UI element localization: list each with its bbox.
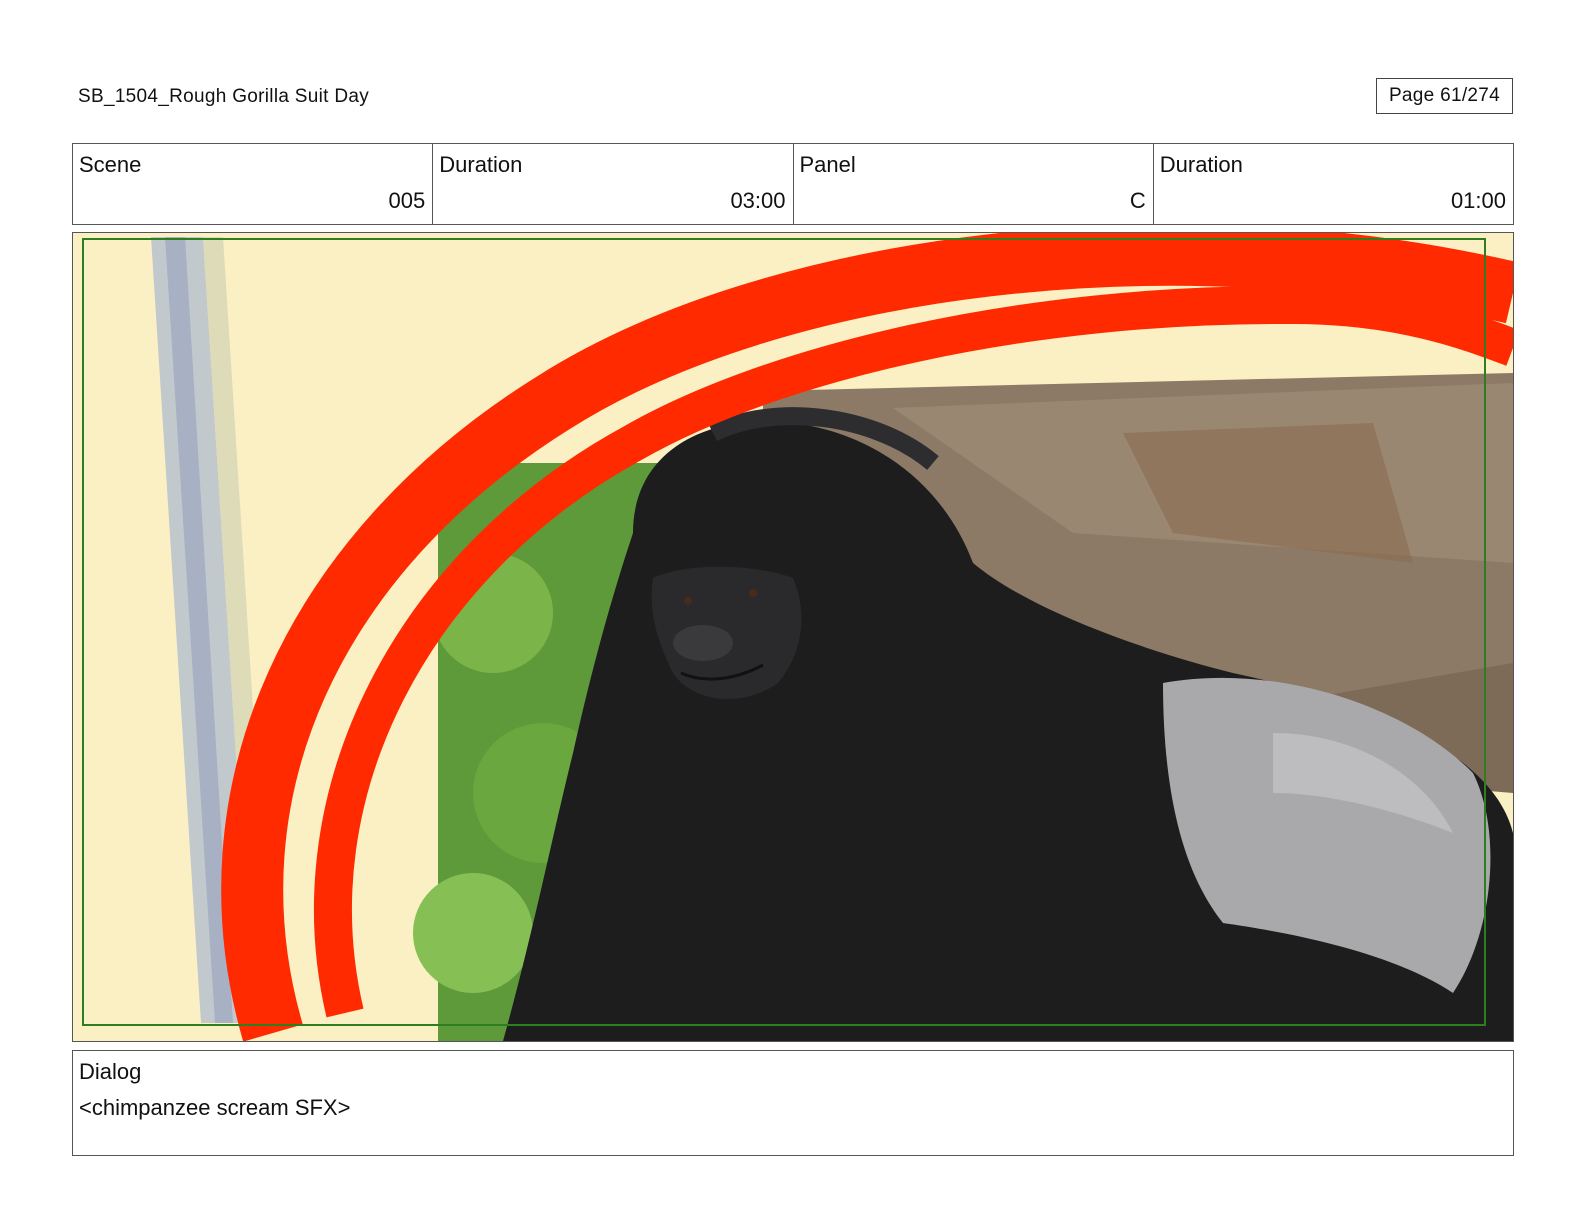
- panel-duration-cell: Duration 01:00: [1154, 144, 1513, 224]
- scene-duration-value: 03:00: [730, 188, 786, 213]
- storyboard-panel: [72, 232, 1514, 1042]
- scene-value: 005: [388, 188, 426, 213]
- scene-duration-cell: Duration 03:00: [433, 144, 794, 224]
- scene-info-table: Scene 005 Duration 03:00 Panel C Duratio…: [72, 143, 1514, 225]
- dialog-box: Dialog <chimpanzee scream SFX>: [72, 1050, 1514, 1156]
- panel-artwork: [73, 233, 1513, 1041]
- panel-label: Panel: [799, 152, 856, 177]
- scene-cell: Scene 005: [73, 144, 434, 224]
- panel-duration-label: Duration: [1159, 152, 1243, 177]
- panel-duration-value: 01:00: [1450, 188, 1506, 213]
- scene-duration-label: Duration: [439, 152, 523, 177]
- storyboard-title: SB_1504_Rough Gorilla Suit Day: [78, 86, 370, 107]
- panel-value: C: [1129, 188, 1146, 213]
- panel-cell: Panel C: [794, 144, 1154, 224]
- scene-label: Scene: [79, 152, 142, 177]
- page-indicator: Page 61/274: [1376, 78, 1513, 114]
- dialog-label: Dialog: [79, 1059, 142, 1084]
- dialog-text: <chimpanzee scream SFX>: [79, 1095, 351, 1120]
